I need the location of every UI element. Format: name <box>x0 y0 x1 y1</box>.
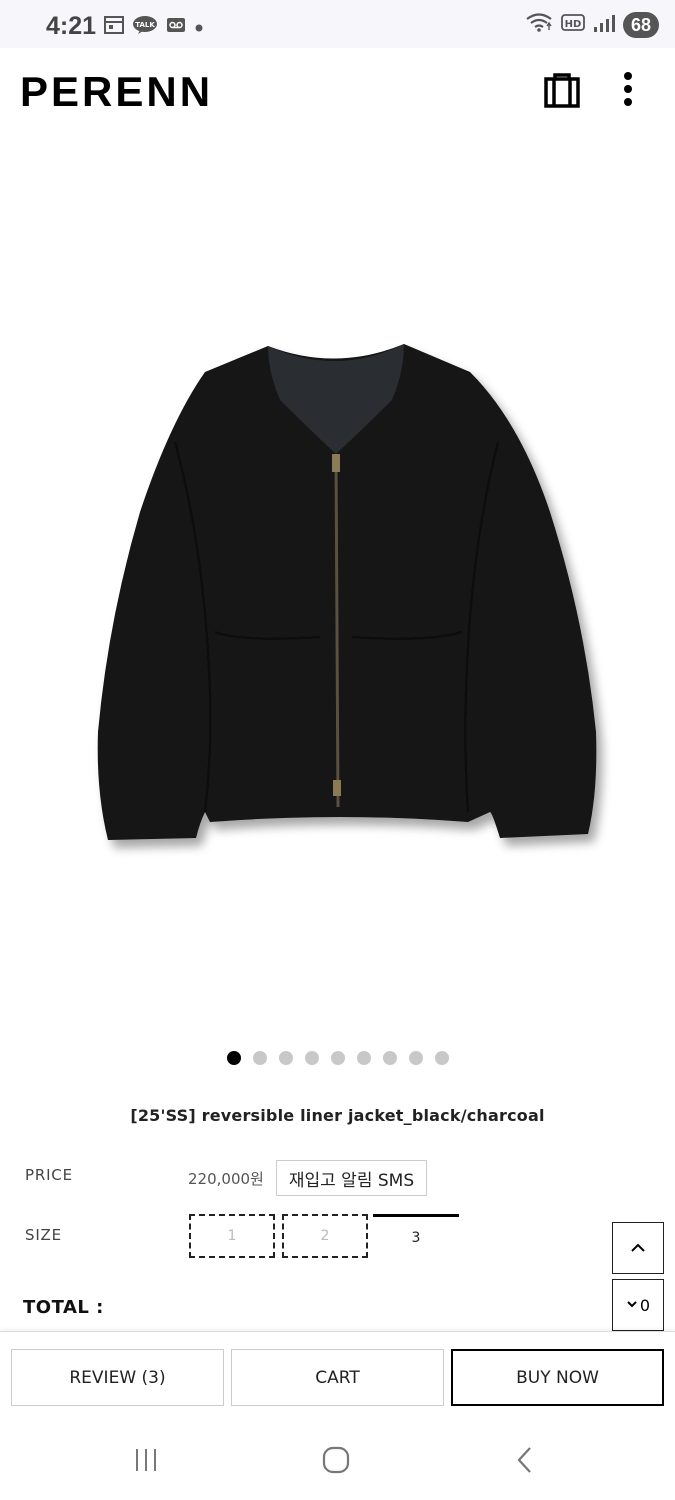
carousel-dot[interactable] <box>252 1051 267 1065</box>
more-menu-button[interactable] <box>612 70 644 110</box>
back-button[interactable] <box>505 1440 545 1480</box>
restock-sms-button[interactable]: 재입고 알림 SMS <box>276 1160 427 1196</box>
carousel-dot[interactable] <box>304 1051 319 1065</box>
battery-level: 68 <box>622 12 659 38</box>
scroll-up-button[interactable] <box>612 1222 664 1274</box>
signal-icon <box>593 13 615 37</box>
product-image[interactable] <box>0 132 675 1032</box>
shopping-bag-icon <box>544 73 580 108</box>
price-label: PRICE <box>25 1166 73 1184</box>
carousel-dot[interactable] <box>330 1051 345 1065</box>
back-icon <box>517 1447 531 1473</box>
status-time: 4:21 <box>46 12 97 40</box>
more-vertical-icon <box>624 72 632 106</box>
cart-add-button[interactable]: CART <box>231 1349 444 1406</box>
chevron-down-icon <box>627 1301 637 1308</box>
size-option-1[interactable]: 1 <box>189 1214 275 1258</box>
voicemail-icon <box>166 17 186 37</box>
kakaotalk-icon: TALK <box>132 15 158 39</box>
size-label: SIZE <box>25 1226 62 1244</box>
wifi-icon <box>525 12 553 38</box>
scroll-down-suffix: 0 <box>639 1295 651 1315</box>
carousel-dot[interactable] <box>356 1051 371 1065</box>
carousel-dot[interactable] <box>434 1051 449 1065</box>
product-title: [25'SS] reversible liner jacket_black/ch… <box>130 1106 545 1125</box>
svg-text:HD: HD <box>565 19 582 30</box>
status-bar: 4:21 TALK HD 68 <box>0 0 675 48</box>
action-bar: REVIEW (3) CART BUY NOW <box>0 1331 675 1420</box>
svg-text:TALK: TALK <box>135 21 155 29</box>
carousel-dot[interactable] <box>226 1051 241 1065</box>
recents-icon <box>136 1449 156 1471</box>
size-option-2[interactable]: 2 <box>282 1214 368 1258</box>
chevron-up-icon <box>631 1243 645 1252</box>
hd-voice-icon: HD <box>561 13 585 37</box>
carousel-dot[interactable] <box>408 1051 423 1065</box>
carousel-indicator <box>0 1051 675 1065</box>
notification-icons: TALK <box>104 15 204 39</box>
home-icon <box>322 1446 350 1474</box>
review-button[interactable]: REVIEW (3) <box>11 1349 224 1406</box>
buy-now-button[interactable]: BUY NOW <box>451 1349 664 1406</box>
system-nav-bar <box>0 1420 675 1500</box>
total-label: TOTAL : <box>23 1297 104 1318</box>
brand-logo[interactable]: PERENN <box>20 68 213 116</box>
carousel-dot[interactable] <box>278 1051 293 1065</box>
carousel-dot[interactable] <box>382 1051 397 1065</box>
cart-button[interactable] <box>542 70 582 110</box>
system-status: HD 68 <box>525 12 659 38</box>
size-option-3[interactable]: 3 <box>373 1214 459 1258</box>
dot-icon <box>194 18 204 37</box>
calendar-icon <box>104 16 124 38</box>
recents-button[interactable] <box>126 1440 166 1480</box>
price-value: 220,000원 <box>188 1170 264 1188</box>
home-button[interactable] <box>316 1440 356 1480</box>
app-header: PERENN <box>0 48 675 132</box>
scroll-down-button[interactable]: 0 <box>612 1279 664 1331</box>
